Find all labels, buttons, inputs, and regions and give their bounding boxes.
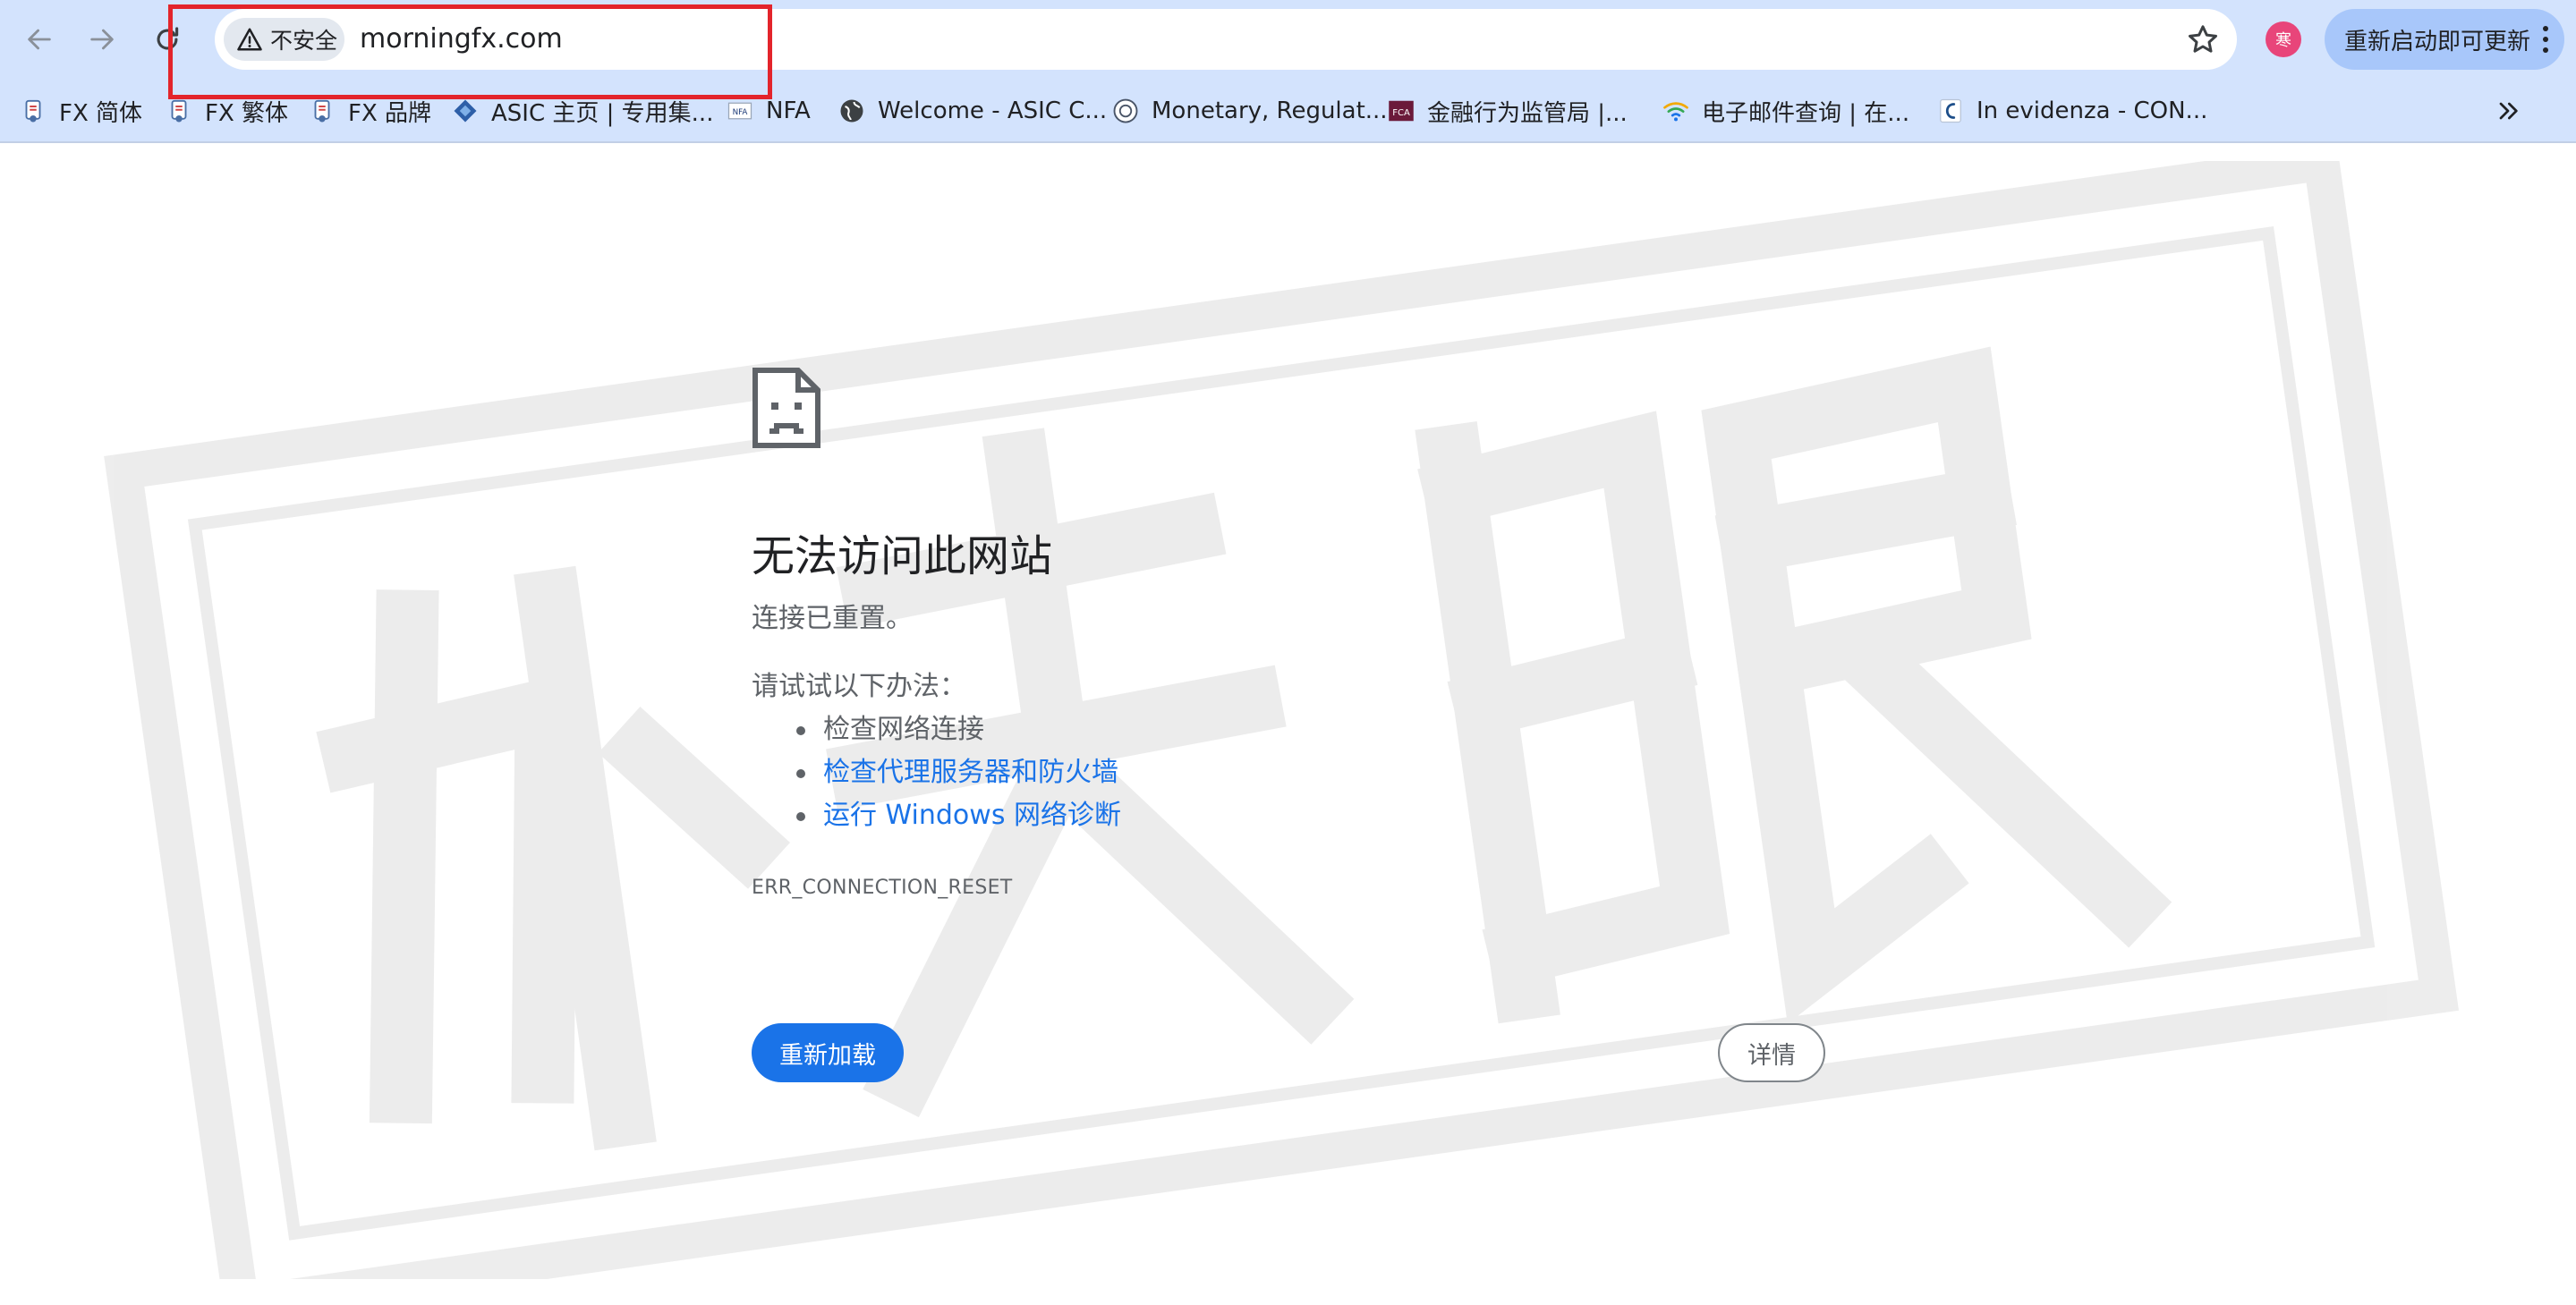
more-vertical-icon	[2543, 26, 2548, 53]
error-page: 无法访问此网站 连接已重置。 请试试以下办法： 检查网络连接 检查代理服务器和防…	[752, 367, 1825, 1082]
browser-window: 不安全 morningfx.com 寒 重新启动即可更新 FX 简体 FX 繁体…	[0, 0, 2576, 1305]
bookmark-monetary-regulatory[interactable]: Monetary, Regulat...	[1112, 91, 1388, 131]
sad-document-icon	[752, 367, 821, 449]
reload-button[interactable]: 重新加载	[752, 1023, 904, 1082]
bookmark-label: FX 繁体	[205, 99, 289, 127]
update-button-label: 重新启动即可更新	[2344, 28, 2531, 55]
bookmark-consob[interactable]: In evidenza - CON...	[1937, 91, 2207, 131]
bookmark-welcome-asic[interactable]: Welcome - ASIC C...	[838, 91, 1107, 131]
svg-text:NFA: NFA	[733, 108, 748, 117]
forward-button[interactable]	[81, 18, 123, 61]
bookmark-label: FX 简体	[59, 99, 143, 127]
double-chevron-right-icon	[2499, 102, 2518, 120]
back-button[interactable]	[18, 18, 61, 61]
bookmark-label: 电子邮件查询 | 在...	[1702, 99, 1910, 127]
bookmark-label: 金融行为监管局 |...	[1427, 99, 1628, 127]
asic-diamond-icon	[452, 97, 479, 124]
suggestion-check-network: 检查网络连接	[796, 708, 1825, 751]
bookmark-label: Monetary, Regulat...	[1152, 97, 1388, 124]
error-code: ERR_CONNECTION_RESET	[752, 877, 1013, 899]
fx-favicon-icon	[166, 97, 192, 124]
arrow-right-icon	[90, 29, 114, 50]
bookmark-label: FX 品牌	[348, 99, 432, 127]
arrow-left-icon	[28, 29, 51, 50]
more-bookmarks-button[interactable]	[2494, 97, 2522, 125]
suggestion-network-diagnostics-link[interactable]: 运行 Windows 网络诊断	[796, 794, 1825, 837]
details-button[interactable]: 详情	[1718, 1023, 1825, 1082]
bookmark-fx-simplified[interactable]: FX 简体	[20, 91, 142, 131]
menu-button[interactable]	[2539, 23, 2552, 55]
star-icon	[2189, 25, 2217, 53]
bookmark-fca[interactable]: FCA 金融行为监管局 |...	[1388, 91, 1628, 131]
profile-avatar[interactable]: 寒	[2266, 21, 2301, 57]
suggestion-check-proxy-link[interactable]: 检查代理服务器和防火墙	[796, 751, 1825, 794]
seal-icon	[1112, 97, 1139, 124]
error-title: 无法访问此网站	[752, 531, 1053, 581]
bookmark-label: ASIC 主页 | 专用集...	[491, 99, 714, 127]
suggestions-heading: 请试试以下办法：	[752, 671, 966, 702]
update-button[interactable]: 重新启动即可更新	[2325, 9, 2564, 70]
fx-favicon-icon	[20, 97, 47, 124]
globe-icon	[838, 97, 865, 124]
suggestions-list: 检查网络连接 检查代理服务器和防火墙 运行 Windows 网络诊断	[752, 708, 1825, 837]
bookmark-email-lookup[interactable]: 电子邮件查询 | 在...	[1662, 91, 1909, 131]
error-subtitle: 连接已重置。	[752, 603, 913, 634]
svg-text:FCA: FCA	[1392, 108, 1410, 118]
bookmark-star-button[interactable]	[2185, 21, 2221, 57]
wifi-favicon-icon	[1662, 97, 1689, 124]
bookmark-label: In evidenza - CON...	[1977, 97, 2208, 124]
fx-favicon-icon	[309, 97, 336, 124]
consob-favicon-icon	[1937, 97, 1964, 124]
red-highlight-annotation	[168, 4, 772, 99]
fca-favicon-icon: FCA	[1388, 97, 1415, 124]
bookmark-label: NFA	[766, 97, 811, 124]
nfa-favicon-icon: NFA	[727, 97, 753, 124]
bookmark-label: Welcome - ASIC C...	[878, 97, 1108, 124]
